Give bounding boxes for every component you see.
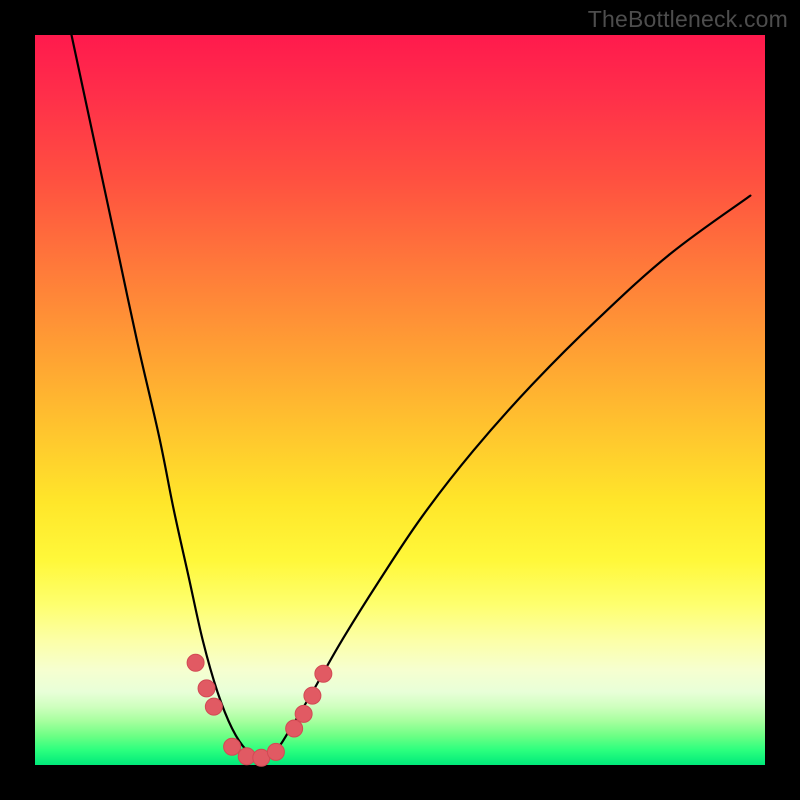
marker-dot — [304, 687, 321, 704]
marker-dot — [295, 705, 312, 722]
marker-dot — [205, 698, 222, 715]
watermark-text: TheBottleneck.com — [588, 6, 788, 33]
marker-dot — [315, 665, 332, 682]
chart-frame: TheBottleneck.com — [0, 0, 800, 800]
marker-dot — [267, 743, 284, 760]
bottleneck-curve-svg — [35, 35, 765, 765]
marker-dot — [198, 680, 215, 697]
marker-group — [187, 654, 332, 766]
bottleneck-curve-path — [72, 35, 751, 758]
marker-dot — [224, 738, 241, 755]
marker-dot — [187, 654, 204, 671]
marker-dot — [286, 720, 303, 737]
plot-area — [35, 35, 765, 765]
